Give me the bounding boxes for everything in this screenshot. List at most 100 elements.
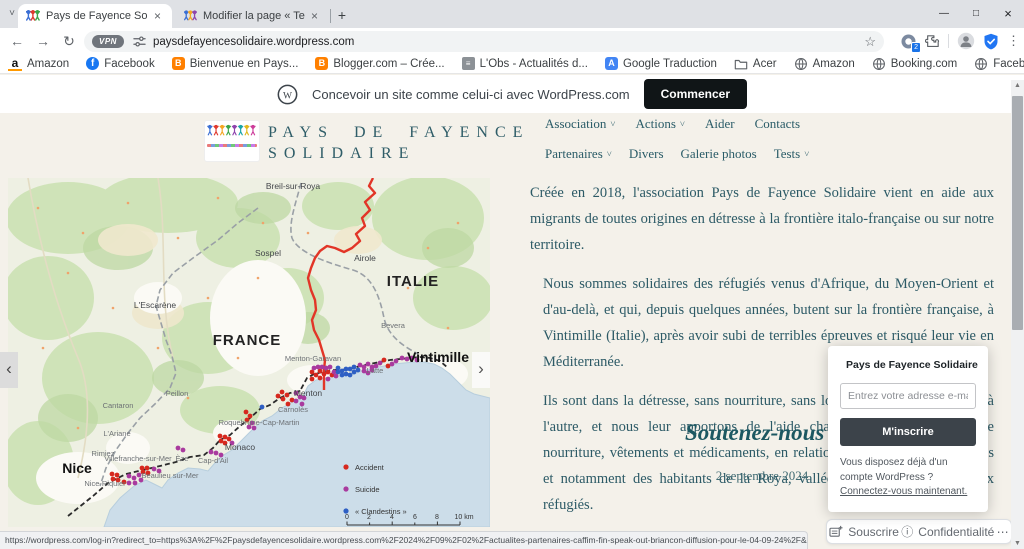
bookmark-item[interactable]: Facebook [974,57,1024,71]
subscribe-button[interactable]: M'inscrire [840,418,976,446]
nav-item-tests[interactable]: Tests˅ [774,146,810,162]
back-icon[interactable]: ← [8,32,26,50]
people-logo-icon [207,124,257,137]
status-bar-url: https://wordpress.com/log-in?redirect_to… [0,531,808,549]
confidentialite-button[interactable]: ⓘ Confidentialité [901,523,994,540]
extensions-puzzle-icon[interactable] [925,34,940,49]
nav-row-primary: Association˅ Actions˅ Aider Contacts [545,114,1015,134]
tab-inactive[interactable]: Modifier la page « Tests » « Pay × [176,4,326,28]
legend-dot-clandestins [343,508,348,513]
bookmark-item[interactable]: aAmazon [8,57,69,71]
address-bar[interactable]: VPN paysdefayencesolidaire.wordpress.com… [84,31,884,52]
translate-extension-icon[interactable]: 2 [900,33,917,50]
tab-active[interactable]: Pays de Fayence Solidaire – « C × [18,4,172,28]
new-tab-button[interactable]: + [332,5,352,25]
bookmark-item[interactable]: ≡L'Obs - Actualités d... [462,57,588,70]
scale-tick: 0 [345,514,349,521]
popup-header: Pays de Fayence Solidaire [840,358,976,372]
bookmark-item[interactable]: Acer [734,57,777,71]
reload-icon[interactable]: ↻ [60,32,78,50]
map-image[interactable]: Breil-sur-Roya Sospel Airole ITALIE FRAN… [8,178,490,527]
site-title[interactable]: PAYS DE FAYENCE SOLIDAIRE [268,122,529,164]
nav-item-aider[interactable]: Aider [705,116,735,132]
scale-tick: 6 [413,514,417,521]
site-favicon [26,10,40,22]
vpn-extension-badge[interactable]: VPN [92,35,124,48]
map-label: Rimiez [92,449,115,458]
popup-brand: Pays de Fayence Solidaire [846,359,978,371]
lobs-icon: ≡ [462,57,475,70]
globe-icon [872,57,886,71]
map-label: Menton [294,388,323,398]
subscribe-icon [829,525,843,538]
nav-item-association[interactable]: Association˅ [545,116,615,132]
scale-tick: 10 km [454,514,473,521]
globe-icon [974,57,988,71]
svg-text:W: W [283,90,292,101]
nav-item-divers[interactable]: Divers [629,146,664,162]
tab-close-icon[interactable]: × [311,10,318,22]
window-controls: — □ × [928,0,1024,28]
bookmark-item[interactable]: BBienvenue en Pays... [172,57,299,70]
nav-item-contacts[interactable]: Contacts [755,116,801,132]
google-translate-icon: A [605,57,618,70]
nav-item-galerie[interactable]: Galerie photos [681,146,757,162]
nav-row-secondary: Partenaires˅ Divers Galerie photos Tests… [545,144,1015,164]
blogger-icon: B [315,57,328,70]
scroll-down-icon[interactable]: ▼ [1011,540,1024,547]
more-options-icon[interactable]: ⋯ [997,525,1009,539]
info-icon: ⓘ [901,523,913,540]
toolbar-right-controls: 2 ⋮ [900,30,1020,52]
banner-message: Concevoir un site comme celui-ci avec Wo… [312,87,630,102]
nav-item-actions[interactable]: Actions˅ [635,116,685,132]
site-logo[interactable] [205,121,259,161]
blogger-icon: B [172,57,185,70]
chevron-down-icon: ˅ [607,149,612,159]
tab-close-icon[interactable]: × [154,10,161,22]
map-label: Èze [176,454,189,463]
map-label: Cap-d'Ail [198,456,229,465]
minimize-button[interactable]: — [928,0,960,28]
carousel-prev-button[interactable]: ‹ [0,352,18,388]
security-shield-icon[interactable] [983,33,999,50]
bookmark-item[interactable]: AGoogle Traduction [605,57,717,70]
bookmark-item[interactable]: fFacebook [86,57,155,70]
map-label: L'Ariane [103,429,130,438]
bookmark-item[interactable]: Amazon [794,57,855,71]
scroll-up-icon[interactable]: ▲ [1011,82,1024,89]
browser-toolbar: ← → ↻ VPN paysdefayencesolidaire.wordpre… [0,28,1024,54]
browser-menu-icon[interactable]: ⋮ [1007,33,1020,49]
globe-icon [794,57,808,71]
scrollbar-thumb[interactable] [1012,96,1023,330]
map-label: Latte [367,366,384,375]
map-label: Breil-sur-Roya [266,181,321,191]
legend-dot-accident [343,464,348,469]
nav-item-partenaires[interactable]: Partenaires˅ [545,146,612,162]
map-label: Carnolès [278,405,308,414]
profile-avatar[interactable] [957,32,975,50]
map-label: Nice [62,460,92,476]
scale-tick: 8 [435,514,439,521]
carousel-next-button[interactable]: › [472,352,490,388]
bookmark-star-icon[interactable]: ☆ [864,34,876,50]
map-label: Roquebrune-Cap-Martin [219,418,300,427]
page-scrollbar[interactable]: ▲ ▼ [1011,80,1024,549]
commencer-button[interactable]: Commencer [644,79,747,109]
map-label: Airole [354,253,376,263]
bookmark-item[interactable]: Booking.com [872,57,957,71]
close-window-button[interactable]: × [992,0,1024,28]
bookmarks-bar: aAmazon fFacebook BBienvenue en Pays... … [0,54,1024,74]
logo-caption [207,144,257,147]
bookmark-item[interactable]: BBlogger.com – Crée... [315,57,444,70]
scale-tick: 2 [367,514,371,521]
site-settings-icon[interactable] [133,35,146,48]
maximize-button[interactable]: □ [960,0,992,28]
email-input[interactable] [840,383,976,409]
tab-title: Modifier la page « Tests » « Pay [203,10,305,22]
site-favicon [184,10,197,22]
map-label: Beaulieu sur-Mer [141,471,199,480]
souscrire-button[interactable]: Souscrire [829,525,899,539]
login-link[interactable]: Connectez-vous maintenant. [840,486,967,497]
wp-action-bar: Souscrire ⓘ Confidentialité ⋯ [826,519,1012,544]
forward-icon[interactable]: → [34,32,52,50]
